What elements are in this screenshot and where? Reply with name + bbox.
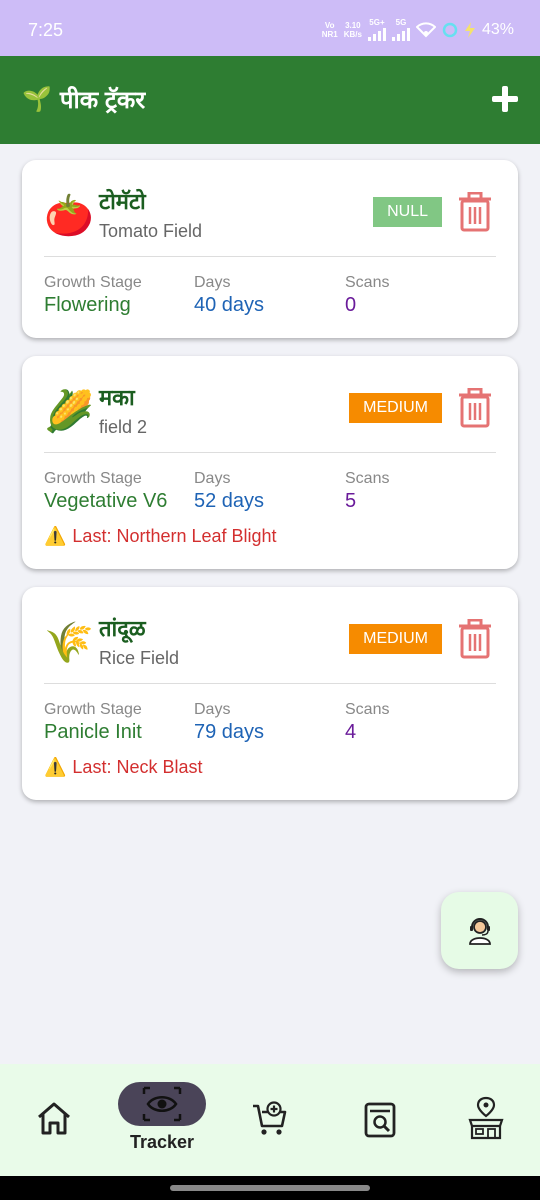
- last-disease-text: Last: Northern Leaf Blight: [72, 526, 277, 546]
- nav-cart[interactable]: [248, 1098, 292, 1142]
- days-stat: Days 79 days: [194, 701, 264, 744]
- scans-label: Scans: [345, 274, 390, 291]
- nav-tracker[interactable]: Tracker: [110, 1064, 214, 1164]
- days-value: 52 days: [194, 490, 265, 512]
- support-agent-icon: [468, 917, 491, 945]
- signal-5g: 5G: [391, 18, 410, 41]
- crop-name: टोमॅटो: [99, 189, 146, 214]
- signal-bars-icon: [391, 27, 410, 41]
- field-name: Rice Field: [99, 648, 180, 668]
- growth-stage-value: Panicle Init: [44, 721, 142, 743]
- nav-home[interactable]: [30, 1094, 78, 1142]
- status-icons: Vo NR1 3.10 KB/s 5G+ 5G 43%: [322, 18, 514, 41]
- scans-label: Scans: [345, 470, 390, 487]
- eye-icon: [142, 1086, 182, 1122]
- support-chat-button[interactable]: [441, 892, 518, 969]
- battery-percent: 43%: [481, 20, 514, 38]
- bottom-nav: Tracker: [0, 1064, 540, 1176]
- status-time: 7:25: [28, 20, 64, 40]
- days-label: Days: [194, 274, 231, 291]
- scans-value: 4: [345, 721, 357, 743]
- nav-tracker-label: Tracker: [129, 1132, 195, 1152]
- delete-crop-button[interactable]: [458, 192, 492, 232]
- growth-stage-value: Flowering: [44, 294, 131, 316]
- growth-stage-label: Growth Stage: [44, 701, 142, 718]
- app-bar: 🌱 पीक ट्रॅकर: [0, 56, 540, 144]
- nav-search-reports[interactable]: [358, 1098, 402, 1142]
- page-title-text: पीक ट्रॅकर: [59, 87, 146, 114]
- risk-badge: MEDIUM: [349, 624, 442, 654]
- days-stat: Days 52 days: [194, 470, 264, 513]
- nav-store[interactable]: [464, 1096, 508, 1142]
- last-disease-warning: ⚠️ Last: Northern Leaf Blight: [44, 526, 277, 547]
- days-stat: Days 40 days: [194, 274, 264, 317]
- last-disease-warning: ⚠️ Last: Neck Blast: [44, 757, 202, 778]
- scans-stat: Scans 5: [345, 470, 389, 513]
- crop-name: मका: [99, 385, 135, 410]
- network-speed: 3.10 KB/s: [343, 20, 362, 39]
- carrier-label: Vo NR1: [321, 20, 338, 39]
- signal-bars-icon: [367, 27, 386, 41]
- scans-stat: Scans 4: [345, 701, 389, 744]
- status-bar: 7:25 Vo NR1 3.10 KB/s 5G+ 5G 43%: [0, 0, 540, 56]
- crop-card-rice[interactable]: 🌾 तांदूळ Rice Field MEDIUM Growth Stage …: [22, 587, 518, 800]
- search-document-icon: [364, 1102, 396, 1138]
- page-title: 🌱 पीक ट्रॅकर: [22, 83, 145, 116]
- scans-stat: Scans 0: [345, 274, 389, 317]
- sync-ring-icon: [442, 22, 458, 37]
- add-crop-button[interactable]: [490, 84, 520, 114]
- growth-stage-stat: Growth Stage Flowering: [44, 274, 142, 317]
- warning-icon: ⚠️: [44, 757, 67, 777]
- growth-stage-stat: Growth Stage Vegetative V6: [44, 470, 167, 513]
- field-name: Tomato Field: [99, 221, 203, 241]
- scans-value: 0: [345, 294, 357, 316]
- days-label: Days: [194, 470, 231, 487]
- store-location-icon: [468, 1096, 504, 1140]
- card-divider: [44, 256, 496, 257]
- battery-saver-icon: [464, 21, 475, 38]
- risk-badge: NULL: [373, 197, 442, 227]
- crop-card-tomato[interactable]: 🍅 टोमॅटो Tomato Field NULL Growth Stage …: [22, 160, 518, 338]
- home-gesture-handle[interactable]: [170, 1185, 370, 1191]
- wifi-icon: [415, 21, 436, 37]
- system-navigation-bar: [0, 1176, 540, 1200]
- warning-icon: ⚠️: [44, 526, 67, 546]
- growth-stage-label: Growth Stage: [44, 274, 142, 291]
- seedling-icon: 🌱: [22, 86, 52, 113]
- growth-stage-label: Growth Stage: [44, 470, 142, 487]
- home-icon: [38, 1102, 70, 1135]
- card-divider: [44, 683, 496, 684]
- signal-5g-plus: 5G+: [367, 18, 386, 41]
- growth-stage-stat: Growth Stage Panicle Init: [44, 701, 142, 744]
- growth-stage-value: Vegetative V6: [44, 490, 168, 512]
- crop-emoji: 🌾: [44, 621, 94, 665]
- delete-crop-button[interactable]: [458, 388, 492, 428]
- last-disease-text: Last: Neck Blast: [72, 757, 203, 777]
- cart-add-icon: [253, 1101, 287, 1135]
- crop-emoji: 🌽: [44, 390, 94, 434]
- field-name: field 2: [99, 417, 148, 437]
- crop-card-maize[interactable]: 🌽 मका field 2 MEDIUM Growth Stage Vegeta…: [22, 356, 518, 569]
- crop-emoji: 🍅: [44, 194, 94, 238]
- scans-value: 5: [345, 490, 357, 512]
- card-divider: [44, 452, 496, 453]
- days-value: 40 days: [194, 294, 265, 316]
- scans-label: Scans: [345, 701, 390, 718]
- days-label: Days: [194, 701, 231, 718]
- risk-badge: MEDIUM: [349, 393, 442, 423]
- delete-crop-button[interactable]: [458, 619, 492, 659]
- crop-name: तांदूळ: [99, 616, 146, 641]
- days-value: 79 days: [194, 721, 265, 743]
